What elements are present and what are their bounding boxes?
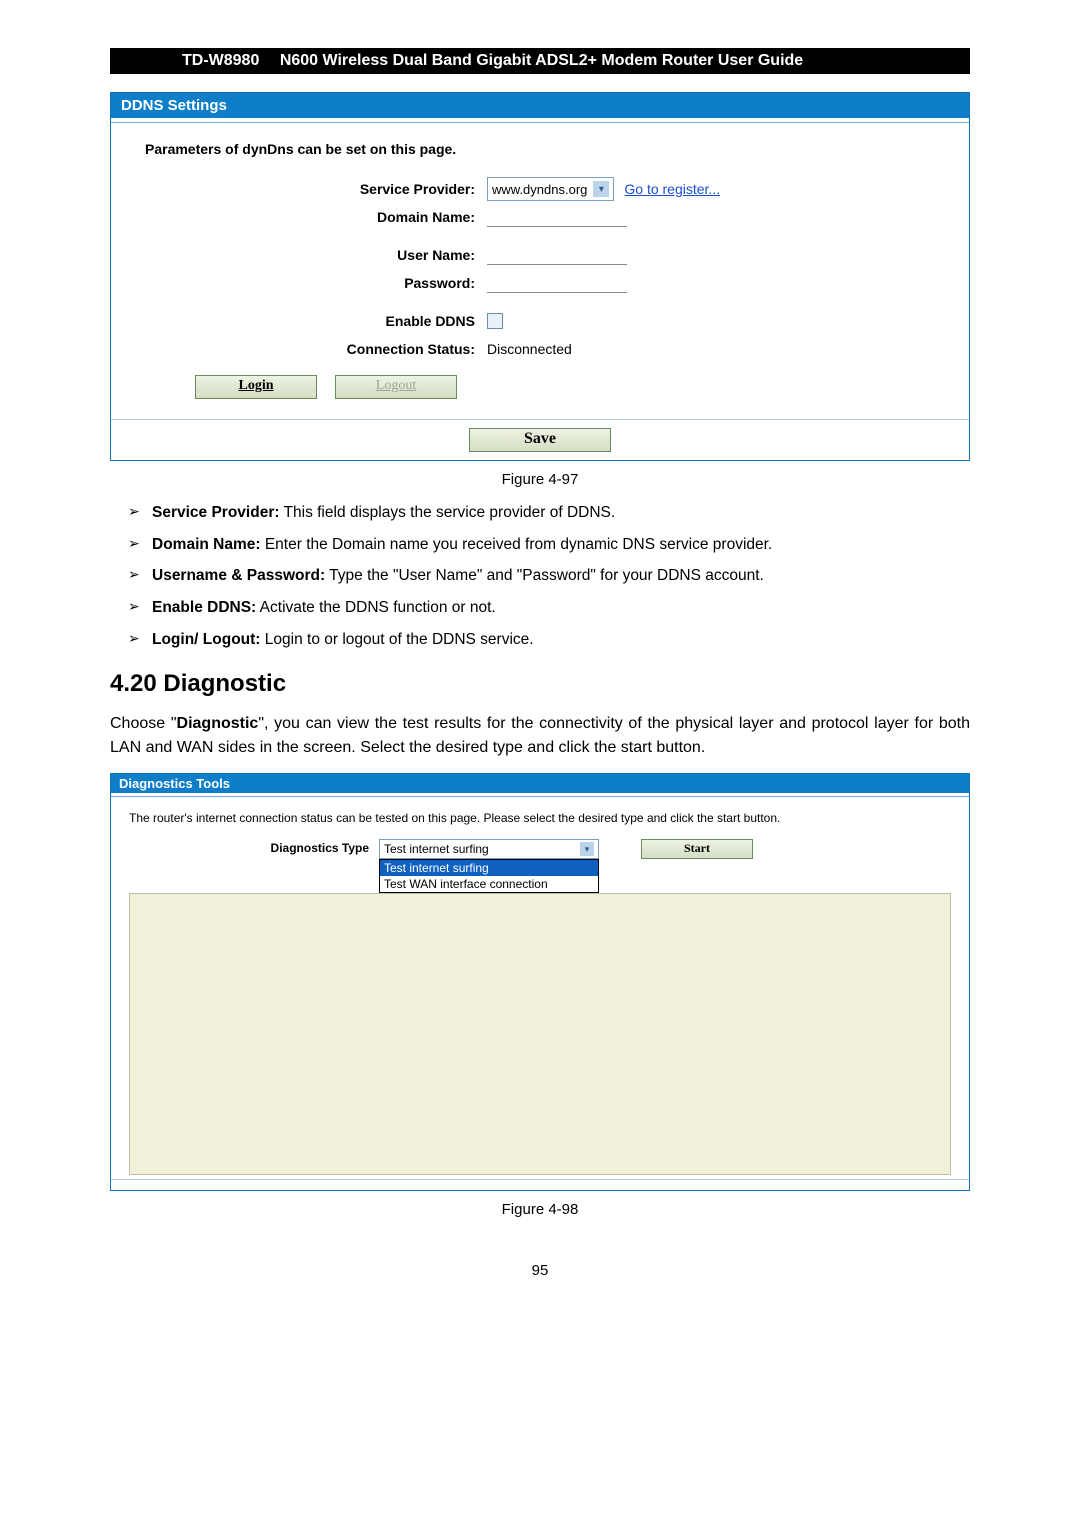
label-user-name: User Name: (145, 247, 487, 263)
service-provider-select[interactable]: www.dyndns.org ▾ (487, 177, 614, 201)
panel-footer (111, 1179, 969, 1190)
diagnostics-type-value: Test internet surfing (384, 841, 489, 857)
figure-caption-2: Figure 4-98 (110, 1201, 970, 1218)
feature-list: Service Provider: This field displays th… (128, 502, 970, 650)
doc-header: TD-W8980 N600 Wireless Dual Band Gigabit… (110, 48, 970, 74)
figure-caption-1: Figure 4-97 (110, 471, 970, 488)
label-password: Password: (145, 275, 487, 291)
panel-intro: Parameters of dynDns can be set on this … (145, 141, 949, 157)
logout-button[interactable]: Logout (335, 375, 457, 399)
label-diagnostics-type: Diagnostics Type (129, 839, 369, 855)
enable-ddns-checkbox[interactable] (487, 313, 503, 329)
ddns-settings-panel: DDNS Settings Parameters of dynDns can b… (110, 92, 970, 461)
panel-title: DDNS Settings (111, 93, 969, 118)
doc-title: N600 Wireless Dual Band Gigabit ADSL2+ M… (280, 48, 803, 74)
dropdown-option[interactable]: Test WAN interface connection (380, 876, 598, 892)
password-input[interactable] (487, 274, 627, 293)
label-conn-status: Connection Status: (145, 341, 487, 357)
diagnostics-panel: Diagnostics Tools The router's internet … (110, 773, 970, 1191)
body-paragraph: Choose "Diagnostic", you can view the te… (110, 712, 970, 758)
model-label: TD-W8980 (182, 48, 259, 74)
chevron-down-icon: ▾ (593, 181, 609, 197)
start-button[interactable]: Start (641, 839, 753, 859)
panel-intro: The router's internet connection status … (129, 811, 951, 825)
conn-status-value: Disconnected (487, 341, 572, 357)
dropdown-option[interactable]: Test internet surfing (380, 860, 598, 876)
register-link[interactable]: Go to register... (624, 181, 720, 197)
save-button[interactable]: Save (469, 428, 611, 452)
user-name-input[interactable] (487, 246, 627, 265)
domain-name-input[interactable] (487, 208, 627, 227)
diagnostics-results-area (129, 893, 951, 1175)
list-item: Login/ Logout: Login to or logout of the… (128, 629, 970, 651)
diagnostics-type-dropdown: Test internet surfing Test WAN interface… (379, 859, 599, 893)
service-provider-value: www.dyndns.org (492, 182, 587, 197)
list-item: Enable DDNS: Activate the DDNS function … (128, 597, 970, 619)
page-number: 95 (110, 1262, 970, 1279)
login-button[interactable]: Login (195, 375, 317, 399)
label-service-provider: Service Provider: (145, 181, 487, 197)
chevron-down-icon: ▾ (580, 842, 594, 856)
label-domain-name: Domain Name: (145, 209, 487, 225)
panel-title: Diagnostics Tools (111, 774, 969, 793)
section-heading: 4.20 Diagnostic (110, 670, 970, 698)
list-item: Domain Name: Enter the Domain name you r… (128, 534, 970, 556)
list-item: Username & Password: Type the "User Name… (128, 565, 970, 587)
diagnostics-type-select[interactable]: Test internet surfing ▾ (379, 839, 599, 859)
list-item: Service Provider: This field displays th… (128, 502, 970, 524)
label-enable-ddns: Enable DDNS (145, 313, 487, 329)
